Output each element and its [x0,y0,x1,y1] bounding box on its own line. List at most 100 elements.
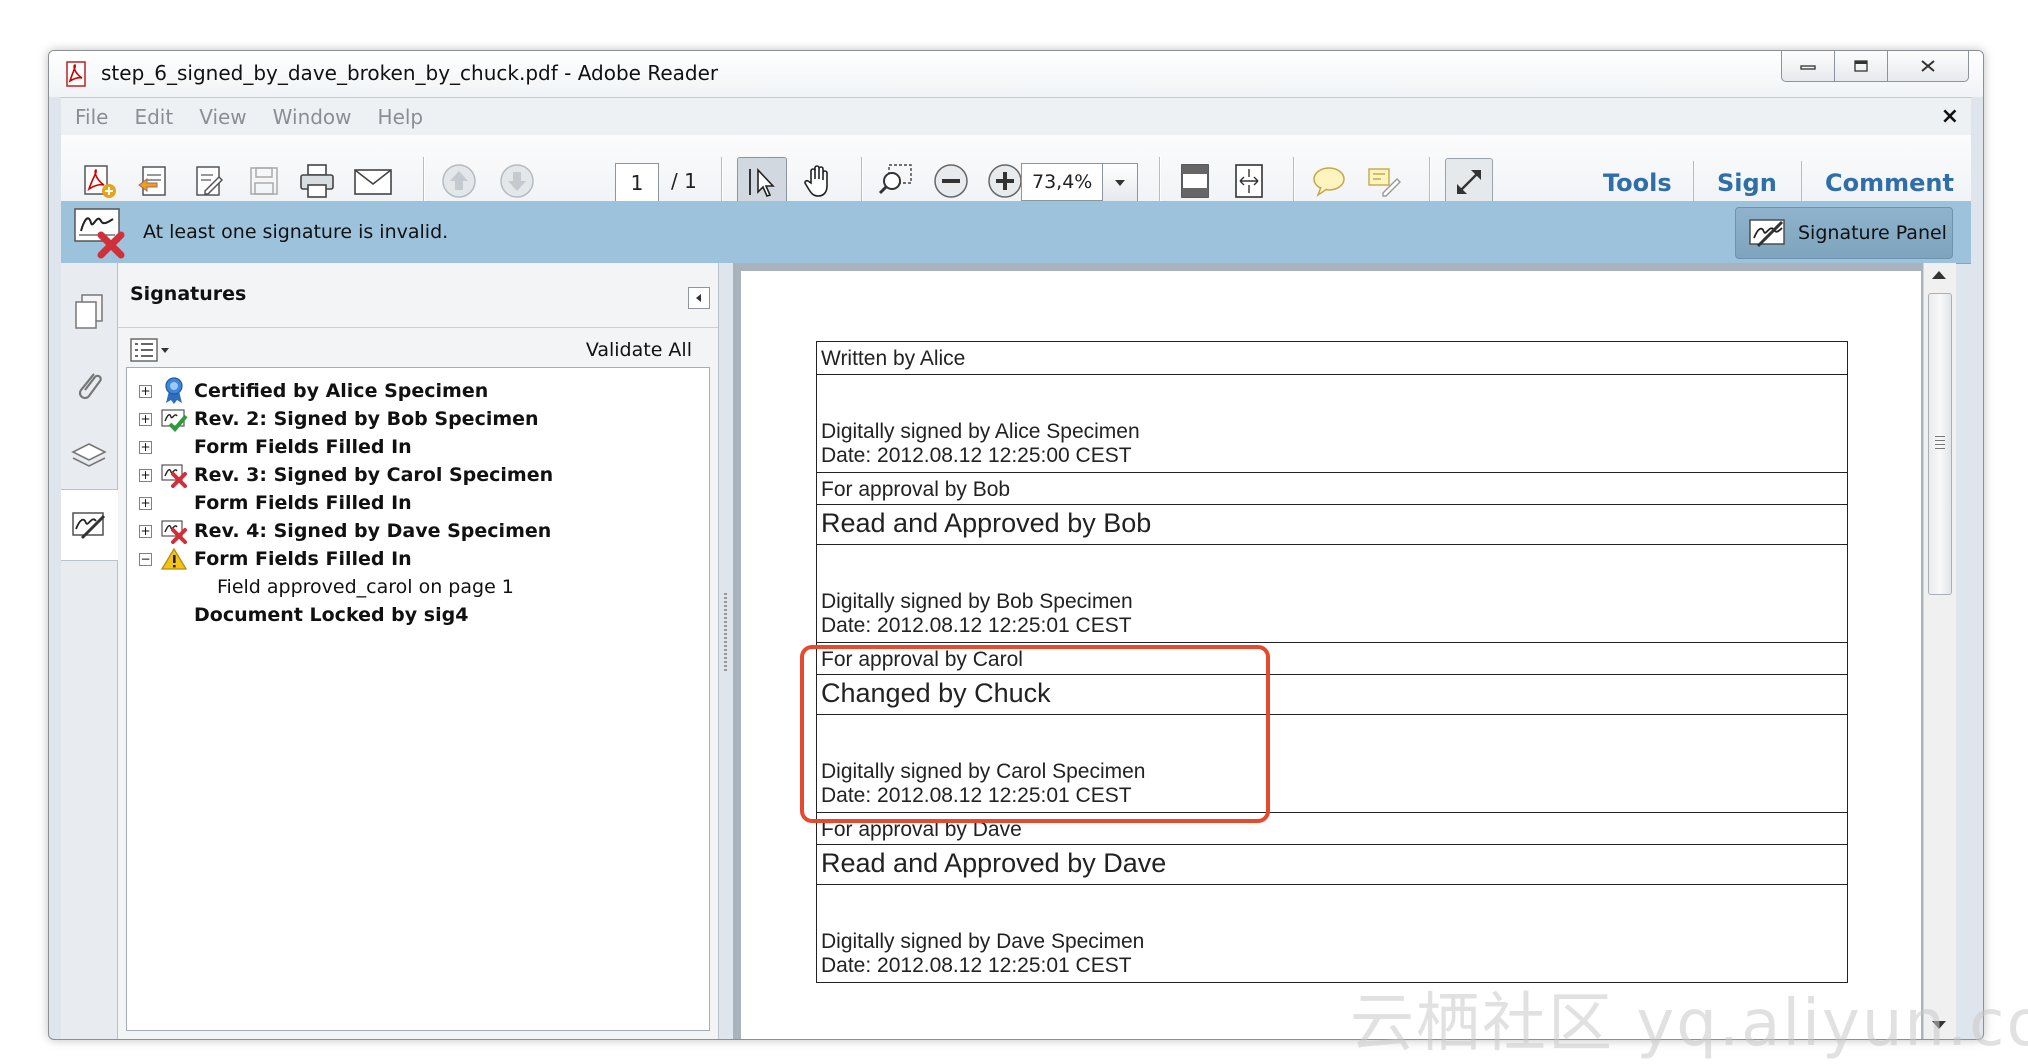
valid-signature-icon [160,405,188,433]
invalid-signature-icon [160,461,188,489]
pages-icon [75,294,103,329]
fit-width-button[interactable] [1227,159,1271,203]
text-field-approved-dave[interactable]: Read and Approved by Dave [817,844,1847,884]
signature-pen-icon [1749,219,1785,248]
menu-edit[interactable]: Edit [134,105,173,129]
expand-toggle[interactable]: + [139,496,152,510]
maximize-button[interactable] [1834,51,1888,82]
page-number-input[interactable]: 1 [615,163,659,203]
menu-file[interactable]: File [75,105,108,129]
ribbon-icon [160,377,188,405]
hand-icon [804,165,828,197]
create-pdf-button[interactable] [77,159,121,203]
pdf-file-icon [66,61,86,87]
navigation-pane [61,263,118,1039]
tree-item-document-locked[interactable]: Document Locked by sig4 [194,598,468,632]
previous-page-button[interactable] [437,159,481,203]
expand-toggle[interactable]: + [139,412,152,426]
signatures-panel-title: Signatures [130,283,247,305]
signature-field-alice[interactable]: Digitally signed by Alice Specimen Date:… [817,374,1847,472]
highlight-icon [1368,168,1401,197]
hand-tool-button[interactable] [797,159,841,203]
close-document-button[interactable]: × [1941,104,1959,129]
tree-item-label: Form Fields Filled In [194,548,412,570]
email-button[interactable] [351,159,395,203]
select-cursor-icon [749,167,775,197]
signature-field-bob[interactable]: Digitally signed by Bob Specimen Date: 2… [817,544,1847,642]
signature-appearance: Digitally signed by Dave Specimen Date: … [821,930,1144,978]
fit-page-icon [1181,164,1209,198]
print-icon [300,164,334,198]
tree-item-label: Form Fields Filled In [194,436,412,458]
signatures-panel: Signatures Validate All + Certified by A… [118,263,719,1039]
zoom-out-button[interactable] [929,159,973,203]
options-list-icon [130,338,169,362]
signature-signer-line: Digitally signed by Dave Specimen [821,930,1145,953]
layers-icon [71,443,107,467]
minimize-button[interactable] [1781,51,1835,82]
page-thumbnails-button[interactable] [61,277,117,347]
blank-icon [160,433,188,461]
text-field-approved-bob[interactable]: Read and Approved by Bob [817,504,1847,544]
signature-appearance: Digitally signed by Bob Specimen Date: 2… [821,590,1133,638]
menu-view[interactable]: View [199,105,246,129]
signature-signer-line: Digitally signed by Alice Specimen [821,420,1140,443]
signature-date-line: Date: 2012.08.12 12:25:00 CEST [821,444,1132,467]
options-menu-button[interactable] [130,337,174,363]
open-button[interactable] [133,159,177,203]
scrollbar-thumb[interactable] [1928,293,1952,595]
signatures-panel-header: Signatures [118,263,718,328]
signature-panel-label: Signature Panel [1798,222,1947,244]
expand-toggle[interactable]: + [139,524,152,538]
print-button[interactable] [295,159,339,203]
next-page-button[interactable] [495,159,539,203]
tools-pane-button[interactable]: Tools [1603,169,1672,197]
adobe-reader-window: step_6_signed_by_dave_broken_by_chuck.pd… [48,50,1984,1040]
save-icon [250,167,278,195]
blank-icon [160,489,188,517]
signature-field-dave[interactable]: Digitally signed by Dave Specimen Date: … [817,884,1847,982]
form-row-approval-bob: For approval by Bob [817,472,1847,504]
email-icon [354,169,392,195]
collapse-panel-button[interactable] [688,287,710,309]
signature-panel-button[interactable]: Signature Panel [1735,207,1953,259]
menu-help[interactable]: Help [378,105,424,129]
menu-window[interactable]: Window [273,105,352,129]
edit-document-icon [196,166,224,196]
title-bar: step_6_signed_by_dave_broken_by_chuck.pd… [49,51,1983,97]
close-window-button[interactable] [1887,51,1969,82]
highlight-button[interactable] [1361,159,1405,203]
form-row-written-by: Written by Alice [821,347,966,370]
toolbar-separator [423,157,425,205]
save-button[interactable] [241,159,285,203]
vertical-scrollbar[interactable] [1923,263,1956,1039]
validate-all-button[interactable]: Validate All [586,339,692,361]
comment-button[interactable] [1307,159,1351,203]
expand-toggle[interactable]: + [139,468,152,482]
marquee-zoom-button[interactable] [875,159,919,203]
tree-item-label: Rev. 3: Signed by Carol Specimen [194,464,554,486]
tree-item-label: Rev. 2: Signed by Bob Specimen [194,408,539,430]
window-title: step_6_signed_by_dave_broken_by_chuck.pd… [101,61,719,85]
fit-page-button[interactable] [1173,159,1217,203]
select-tool-button[interactable] [737,157,787,207]
close-icon [1921,60,1935,72]
menu-bar: File Edit View Window Help × [61,97,1971,137]
comment-pane-button[interactable]: Comment [1825,169,1954,197]
signatures-button[interactable] [61,489,118,561]
scroll-up-arrow-icon[interactable] [1932,271,1946,279]
attachments-button[interactable] [61,351,117,421]
layers-button[interactable] [61,421,117,491]
zoom-level-input[interactable]: 73,4% [1021,163,1103,201]
expand-button[interactable] [1445,158,1493,206]
expand-toggle[interactable]: + [139,440,152,454]
sign-pane-button[interactable]: Sign [1717,169,1777,197]
collapse-toggle[interactable]: − [139,552,152,566]
open-file-icon [138,166,166,196]
toolbar-separator [1429,157,1431,205]
expand-toggle[interactable]: + [139,384,152,398]
panel-splitter[interactable] [719,263,733,1039]
zoom-dropdown-button[interactable] [1103,163,1138,203]
edit-button[interactable] [187,159,231,203]
signatures-tree: + Certified by Alice Specimen + Rev. 2: … [126,367,710,1031]
